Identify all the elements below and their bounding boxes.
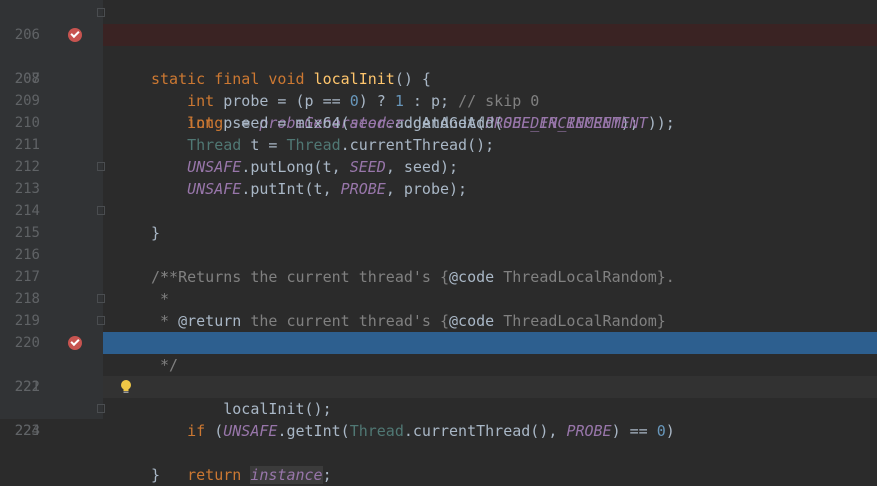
code-line[interactable]: 220 public static ThreadLocalRandom curr… — [0, 310, 877, 396]
code-line[interactable]: 208 int probe = (p == 0) ? 1 : p; // ski… — [0, 46, 877, 110]
fold-marker-icon[interactable] — [97, 294, 105, 303]
code-line[interactable]: 222 localInit(); — [0, 354, 877, 418]
code-line[interactable]: 217 * — [0, 244, 877, 308]
code-line[interactable]: 219 */ — [0, 288, 877, 374]
fold-marker-icon[interactable] — [97, 162, 105, 171]
code-text: } — [151, 466, 161, 484]
code-line[interactable]: 212 UNSAFE.putInt(t, PROBE, probe); — [0, 134, 877, 198]
code-line-breakpoint[interactable]: 207 int p = probeGenerator.addAndGet(PRO… — [0, 24, 877, 132]
fold-marker-icon[interactable] — [97, 8, 105, 17]
code-text: return instance; — [187, 466, 332, 484]
code-line[interactable]: 211 UNSAFE.putLong(t, SEED, seed); — [0, 112, 877, 176]
code-line[interactable]: 210 Thread t = Thread.currentThread(); — [0, 90, 877, 154]
code-line[interactable]: 218 * @return the current thread's {@cod… — [0, 266, 877, 330]
code-text: if (UNSAFE.getInt(Thread.currentThread()… — [187, 422, 675, 440]
code-line-caret[interactable]: 223 return instance; — [0, 376, 877, 484]
intention-bulb-icon[interactable] — [120, 379, 132, 395]
code-line[interactable]: 206 static final void localInit() { — [0, 2, 877, 88]
code-line[interactable]: 209 long seed = mix64(seeder.getAndAdd(S… — [0, 68, 877, 132]
code-line[interactable]: 216 * Returns the current thread's {@cod… — [0, 222, 877, 286]
breakpoint-verified-icon[interactable] — [68, 336, 82, 350]
fold-marker-icon[interactable] — [97, 316, 105, 325]
fold-marker-icon[interactable] — [97, 206, 105, 215]
code-line[interactable]: 215 /** — [0, 200, 877, 286]
breakpoint-verified-icon[interactable] — [68, 28, 82, 42]
code-line[interactable]: 214 — [0, 178, 877, 219]
fold-marker-icon[interactable] — [97, 404, 105, 413]
code-line-execution-point[interactable]: 221 if (UNSAFE.getInt(Thread.currentThre… — [0, 332, 877, 440]
code-line[interactable]: 224 } — [0, 398, 877, 484]
line-number[interactable]: 224 — [0, 420, 40, 442]
code-line[interactable]: 213 } — [0, 156, 877, 242]
